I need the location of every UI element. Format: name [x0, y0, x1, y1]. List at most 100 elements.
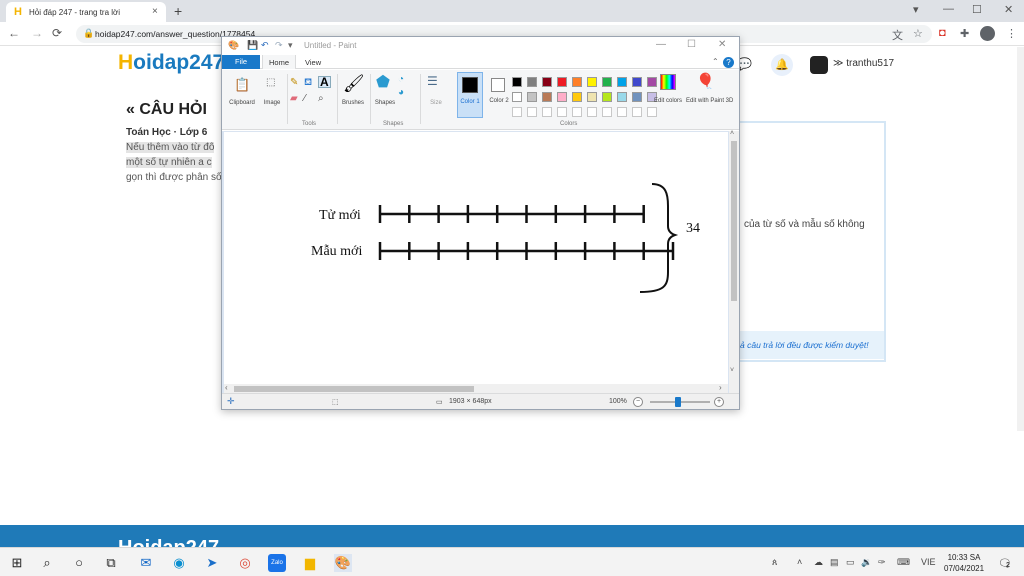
battery-icon[interactable]: ▭ — [846, 557, 855, 568]
clipboard-icon[interactable]: 📋 — [234, 78, 250, 91]
palette-swatch[interactable] — [572, 77, 582, 87]
magnifier-icon[interactable]: ⌕ — [318, 94, 324, 104]
palette-swatch[interactable] — [557, 77, 567, 87]
paint-maximize-button[interactable]: ☐ — [687, 39, 696, 50]
pen-icon[interactable]: ✑ — [878, 557, 886, 568]
pencil-icon[interactable]: ✎ — [290, 78, 298, 88]
new-tab-button[interactable]: + — [174, 3, 182, 19]
chrome-icon[interactable]: ◎ — [236, 554, 254, 572]
custom-color-slot[interactable] — [512, 107, 522, 117]
palette-swatch[interactable] — [587, 92, 597, 102]
edit-colors-label[interactable]: Edit colors — [652, 97, 684, 105]
notification-bell-icon[interactable]: 🔔 — [771, 54, 793, 76]
edit-colors-icon[interactable] — [660, 74, 676, 90]
custom-color-slot[interactable] — [557, 107, 567, 117]
custom-color-slot[interactable] — [632, 107, 642, 117]
tab-close-icon[interactable]: × — [152, 6, 158, 17]
user-avatar[interactable] — [810, 56, 828, 74]
tray-expand-icon[interactable]: ˄ — [797, 557, 802, 567]
zoom-out-button[interactable]: − — [633, 397, 643, 407]
search-icon[interactable]: ⌕ — [38, 554, 56, 572]
palette-swatch[interactable] — [617, 77, 627, 87]
palette-swatch[interactable] — [527, 77, 537, 87]
back-button[interactable]: ← — [8, 26, 20, 40]
site-logo[interactable]: Hoidap247 — [118, 51, 224, 75]
bookmark-star-icon[interactable]: ☆ — [913, 27, 923, 40]
palette-swatch[interactable] — [512, 92, 522, 102]
chrome-menu-icon[interactable]: ⋮ — [1006, 27, 1017, 40]
forward-button[interactable]: → — [31, 26, 43, 40]
view-tab[interactable]: View — [305, 58, 321, 67]
custom-color-slot[interactable] — [602, 107, 612, 117]
window-close-button[interactable]: ✕ — [1004, 3, 1013, 16]
canvas-vertical-scrollbar[interactable]: ˄ ˅ — [729, 130, 739, 393]
people-icon[interactable]: ጰ — [772, 557, 777, 568]
palette-swatch[interactable] — [527, 92, 537, 102]
palette-swatch[interactable] — [512, 77, 522, 87]
extensions-puzzle-icon[interactable]: ✚ — [960, 27, 969, 40]
custom-color-slot[interactable] — [587, 107, 597, 117]
scroll-left-icon[interactable]: ‹ — [225, 383, 228, 392]
redo-icon[interactable]: ↷ — [275, 40, 283, 51]
shapes-label[interactable]: Shapes — [370, 100, 400, 106]
window-maximize-button[interactable]: ☐ — [972, 3, 982, 16]
brushes-icon[interactable]: 🖌 — [343, 75, 365, 92]
file-menu[interactable]: File — [222, 55, 260, 69]
palette-swatch[interactable] — [542, 77, 552, 87]
palette-swatch[interactable] — [647, 77, 657, 87]
text-icon[interactable]: A — [318, 76, 331, 88]
scroll-down-icon[interactable]: ˅ — [730, 367, 734, 374]
username-label[interactable]: ≫ tranthu517 — [833, 58, 894, 69]
profile-avatar-icon[interactable] — [980, 26, 995, 41]
custom-color-slot[interactable] — [527, 107, 537, 117]
outline-icon[interactable]: ◔ — [398, 75, 404, 85]
zoom-in-button[interactable]: + — [714, 397, 724, 407]
language-indicator[interactable]: VIE — [921, 557, 936, 567]
paint-minimize-button[interactable]: — — [656, 39, 666, 50]
fill-icon[interactable]: ⛾ — [304, 78, 312, 88]
save-icon[interactable]: 💾 — [247, 40, 258, 51]
color2-button[interactable]: Color 2 — [486, 72, 512, 118]
collapse-ribbon-icon[interactable]: ⌃ — [712, 57, 719, 66]
palette-swatch[interactable] — [632, 92, 642, 102]
page-scrollbar[interactable] — [1017, 47, 1024, 431]
size-label[interactable]: Size — [422, 100, 450, 106]
help-icon[interactable]: ? — [723, 57, 734, 68]
brushes-label[interactable]: Brushes — [336, 100, 370, 106]
home-tab[interactable]: Home — [262, 55, 297, 69]
task-view-icon[interactable]: ⧉ — [102, 554, 120, 572]
shapes-icon[interactable]: ⬟ — [376, 75, 390, 91]
keyboard-icon[interactable]: ⌨ — [897, 557, 910, 568]
edge-icon[interactable]: ◉ — [170, 554, 188, 572]
paint-close-button[interactable]: ✕ — [718, 39, 726, 50]
clipboard-label[interactable]: Clipboard — [226, 100, 258, 106]
telegram-icon[interactable]: ➤ — [203, 554, 221, 572]
reload-button[interactable]: ⟳ — [52, 26, 62, 40]
size-icon[interactable]: ☰ — [427, 75, 438, 87]
palette-swatch[interactable] — [587, 77, 597, 87]
start-windows-icon[interactable]: ⊞ — [8, 554, 26, 572]
paint-taskbar-icon[interactable]: 🎨 — [334, 554, 352, 572]
color1-button[interactable]: Color 1 — [457, 72, 483, 118]
shape-fill-icon[interactable]: ◕ — [398, 88, 404, 98]
palette-swatch[interactable] — [617, 92, 627, 102]
palette-swatch[interactable] — [557, 92, 567, 102]
extension-shield-icon[interactable]: ◘ — [939, 27, 946, 39]
vertical-scroll-thumb[interactable] — [731, 141, 737, 301]
custom-color-slot[interactable] — [647, 107, 657, 117]
volume-icon[interactable]: 🔉 — [861, 557, 872, 568]
custom-color-slot[interactable] — [542, 107, 552, 117]
window-minimize-button[interactable]: — — [943, 3, 954, 15]
horizontal-scroll-thumb[interactable] — [234, 386, 474, 392]
custom-color-slot[interactable] — [572, 107, 582, 117]
file-explorer-icon[interactable]: ▆ — [301, 554, 319, 572]
palette-swatch[interactable] — [542, 92, 552, 102]
zalo-icon[interactable]: Zalo — [268, 554, 286, 572]
network-icon[interactable]: ▤ — [830, 557, 839, 568]
palette-swatch[interactable] — [602, 77, 612, 87]
quick-access-dropdown-icon[interactable]: ▾ — [288, 40, 293, 51]
color-picker-icon[interactable]: ⁄ — [304, 94, 306, 104]
cortana-circle-icon[interactable]: ○ — [70, 554, 88, 572]
zoom-slider-handle[interactable] — [675, 397, 681, 407]
tab-search-icon[interactable]: ▾ — [913, 3, 919, 16]
